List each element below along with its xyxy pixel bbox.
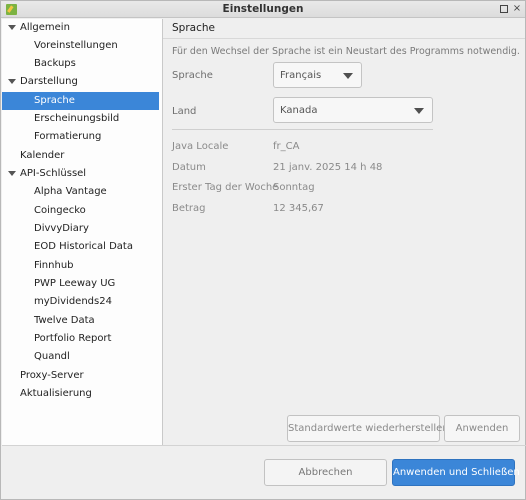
tree-item-alpha-vantage[interactable]: Alpha Vantage (2, 183, 162, 201)
expand-arrow-icon[interactable] (8, 25, 16, 30)
tree-item-finnhub[interactable]: Finnhub (2, 257, 162, 275)
tree-item-label: Sprache (34, 95, 75, 106)
tree-item-pwp-leeway-ug[interactable]: PWP Leeway UG (2, 275, 162, 293)
amount-value: 12 345,67 (273, 203, 324, 214)
maximize-button[interactable] (499, 4, 509, 14)
tree-item-quandl[interactable]: Quandl (2, 348, 162, 366)
language-label: Sprache (172, 70, 213, 81)
tree-item-allgemein[interactable]: Allgemein (2, 19, 162, 37)
tree-item-label: Finnhub (34, 260, 74, 271)
title-bar[interactable]: Einstellungen × (1, 1, 525, 18)
tree-item-voreinstellungen[interactable]: Voreinstellungen (2, 37, 162, 55)
tree-item-label: Kalender (20, 150, 65, 161)
apply-and-close-button[interactable]: Anwenden und Schließen (392, 459, 520, 486)
first-day-label: Erster Tag der Woche (172, 182, 279, 193)
cancel-button[interactable]: Abbrechen (264, 459, 387, 486)
tree-item-label: Formatierung (34, 131, 102, 142)
language-settings-panel: Sprache Für den Wechsel der Sprache ist … (163, 19, 525, 445)
tree-item-coingecko[interactable]: Coingecko (2, 202, 162, 220)
expand-arrow-icon[interactable] (8, 79, 16, 84)
first-day-value: Sonntag (273, 182, 315, 193)
footer-divider (2, 445, 526, 446)
tree-item-backups[interactable]: Backups (2, 55, 162, 73)
tree-item-label: Coingecko (34, 205, 86, 216)
tree-item-label: PWP Leeway UG (34, 278, 116, 289)
chevron-down-icon (414, 108, 424, 114)
tree-item-label: Erscheinungsbild (34, 113, 120, 124)
tree-item-label: API-Schlüssel (20, 168, 87, 179)
tree-item-label: Allgemein (20, 22, 70, 33)
language-select-value: Français (280, 70, 322, 81)
tree-item-formatierung[interactable]: Formatierung (2, 128, 162, 146)
country-label: Land (172, 106, 197, 117)
close-button[interactable]: × (512, 4, 522, 14)
tree-item-darstellung[interactable]: Darstellung (2, 73, 162, 91)
expand-arrow-icon[interactable] (8, 171, 16, 176)
tree-item-twelve-data[interactable]: Twelve Data (2, 312, 162, 330)
panel-header: Sprache (163, 19, 525, 39)
tree-item-divvydiary[interactable]: DivvyDiary (2, 220, 162, 238)
tree-item-label: Darstellung (20, 76, 78, 87)
country-select-value: Kanada (280, 105, 318, 116)
tree-item-aktualisierung[interactable]: Aktualisierung (2, 385, 162, 403)
maximize-icon (500, 5, 508, 13)
tree-item-label: Proxy-Server (20, 370, 84, 381)
chevron-down-icon (343, 73, 353, 79)
apply-button[interactable]: Anwenden (444, 415, 520, 442)
restore-defaults-button[interactable]: Standardwerte wiederherstellen (287, 415, 449, 442)
tree-item-mydividends24[interactable]: myDividends24 (2, 293, 162, 311)
preferences-tree: Allgemein Voreinstellungen Backups Darst… (2, 19, 163, 445)
tree-item-label: Alpha Vantage (34, 186, 107, 197)
language-select[interactable]: Français (273, 62, 362, 88)
preferences-window: Einstellungen × Allgemein Voreinstellung… (0, 0, 526, 500)
tree-item-kalender[interactable]: Kalender (2, 147, 162, 165)
date-label: Datum (172, 162, 206, 173)
tree-item-label: DivvyDiary (34, 223, 89, 234)
tree-item-portfolio-report[interactable]: Portfolio Report (2, 330, 162, 348)
tree-item-api-schluessel[interactable]: API-Schlüssel (2, 165, 162, 183)
tree-item-label: Portfolio Report (34, 333, 112, 344)
tree-item-label: Twelve Data (34, 315, 95, 326)
tree-item-eod-historical-data[interactable]: EOD Historical Data (2, 238, 162, 256)
tree-item-label: myDividends24 (34, 296, 112, 307)
date-value: 21 janv. 2025 14 h 48 (273, 162, 383, 173)
country-select[interactable]: Kanada (273, 97, 433, 123)
tree-item-label: Aktualisierung (20, 388, 92, 399)
section-divider (172, 129, 433, 130)
amount-label: Betrag (172, 203, 206, 214)
tree-item-label: EOD Historical Data (34, 241, 133, 252)
tree-item-label: Voreinstellungen (34, 40, 118, 51)
tree-item-sprache[interactable]: Sprache (2, 92, 159, 110)
tree-item-proxy-server[interactable]: Proxy-Server (2, 367, 162, 385)
window-title: Einstellungen (222, 3, 304, 15)
tree-item-label: Backups (34, 58, 76, 69)
java-locale-value: fr_CA (273, 141, 300, 152)
restart-note: Für den Wechsel der Sprache ist ein Neus… (172, 46, 520, 57)
tree-item-label: Quandl (34, 351, 70, 362)
java-locale-label: Java Locale (172, 141, 229, 152)
tree-item-erscheinungsbild[interactable]: Erscheinungsbild (2, 110, 162, 128)
panel-title: Sprache (172, 22, 215, 34)
